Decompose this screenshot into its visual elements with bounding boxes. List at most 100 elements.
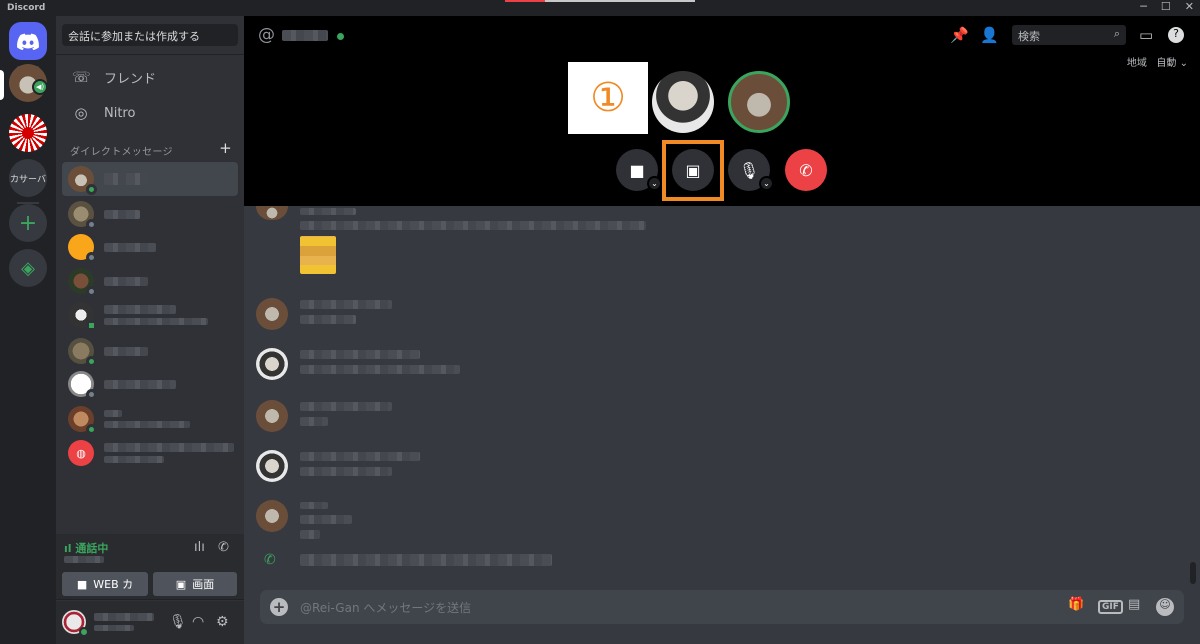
explore-servers-button[interactable]: ◈ [9,249,47,287]
server-flag[interactable] [9,114,47,152]
redacted-name [104,209,140,219]
redacted-text [300,365,460,374]
avatar [68,302,97,331]
title-accent-light [545,0,695,2]
friends-icon: ☏ [72,68,91,86]
region-value: 自動 [1156,58,1177,69]
redacted-name [104,410,122,417]
avatar[interactable] [256,500,288,532]
message-list: ✆ [244,206,1200,590]
offline-status-icon [86,252,97,263]
dm-item[interactable] [62,298,238,332]
mute-button[interactable]: 🎙 ⌄ [728,149,774,191]
dm-header: ダイレクトメッセージ + [70,139,232,158]
nav-nitro[interactable]: ◎ Nitro [64,97,236,129]
redacted-text [300,554,552,566]
voice-status-panel: ıl 通話中 ılı ✆ ■ WEB カ ▣ 画面 [56,534,244,600]
user-panel: 🎙 ◠ ⚙ [56,601,244,644]
redacted-text [300,530,320,539]
gif-button[interactable]: GIF [1098,600,1123,614]
message-composer[interactable]: + @Rei-Gan へメッセージを送信 🎁 GIF ▤ ☺ [260,590,1184,624]
main-area: @ 📌 👤 検索 ⌕ ▭ ? 地域 自動 ⌄ ① ■ ⌄ ▣ 🎙 ⌄ ✆ ✆ +… [244,16,1200,644]
call-event: ✆ [264,552,552,568]
upload-button[interactable]: + [270,598,288,616]
chevron-down-icon[interactable]: ⌄ [759,176,774,191]
redacted-name [104,173,148,185]
message [256,206,646,274]
header-search-placeholder: 検索 [1018,30,1040,43]
server-text[interactable]: カサーバ [9,159,47,197]
dm-header-label: ダイレクトメッセージ [70,147,173,158]
dm-item[interactable] [62,334,238,368]
dm-item[interactable] [62,230,238,264]
gift-icon[interactable]: 🎁 [1068,597,1084,612]
hang-up-button[interactable]: ✆ [785,149,827,191]
app-title: Discord [7,3,46,13]
avatar[interactable] [256,206,288,220]
redacted-text [300,208,356,215]
noise-suppression-icon[interactable]: ılı [194,540,205,555]
avatar[interactable] [256,348,288,380]
search-icon: ⌕ [1113,27,1120,40]
video-button[interactable]: ■ WEB カ [62,572,148,596]
video-button-label: WEB カ [93,578,134,591]
server-selected-pill [0,70,4,100]
microphone-icon[interactable]: 🎙 [169,614,187,630]
avatar [68,234,97,263]
redacted-text [300,515,352,524]
maximize-button[interactable]: ☐ [1161,0,1171,13]
call-participant-avatar-speaking[interactable] [728,71,790,133]
help-icon[interactable]: ? [1168,27,1184,43]
redacted-text [300,502,328,509]
dm-sidebar: 会話に参加または作成する ☏ フレンド ◎ Nitro ダイレクトメッセージ + [56,16,244,644]
redacted-text [300,417,328,426]
nav-friends-label: フレンド [104,71,157,87]
avatar[interactable] [256,400,288,432]
sticker-icon[interactable]: ▤ [1128,597,1140,612]
close-button[interactable]: ✕ [1185,0,1194,13]
image-attachment[interactable] [300,236,336,274]
server-text-label: カサーバ [10,174,46,185]
channel-header: @ 📌 👤 検索 ⌕ ▭ ? [244,16,1200,56]
camera-icon: ■ [76,577,88,591]
camera-button[interactable]: ■ ⌄ [616,149,662,191]
nav-friends[interactable]: ☏ フレンド [64,61,236,93]
inbox-icon[interactable]: ▭ [1139,26,1153,44]
home-button[interactable] [9,22,47,60]
conversation-search[interactable]: 会話に参加または作成する [62,24,238,46]
avatar [68,406,97,435]
message-input[interactable]: @Rei-Gan へメッセージを送信 [300,599,471,616]
discord-logo-icon [17,33,39,50]
user-avatar[interactable] [62,610,89,637]
redacted-text [300,402,392,411]
emoji-icon[interactable]: ☺ [1156,598,1174,616]
headphones-icon[interactable]: ◠ [192,614,204,630]
settings-icon[interactable]: ⚙ [216,614,229,630]
avatar [68,338,97,367]
screen-share-label: 画面 [192,578,215,591]
dm-item[interactable] [62,197,238,231]
avatar[interactable] [256,450,288,482]
scrollbar[interactable] [1190,562,1196,584]
call-participant-avatar[interactable] [652,71,714,133]
redacted-text [300,221,646,230]
pin-icon[interactable]: 📌 [950,26,969,44]
voice-status-label: ıl 通話中 [64,540,108,556]
disconnect-icon[interactable]: ✆ [218,540,229,555]
plus-icon: + [18,210,38,236]
avatar[interactable] [256,298,288,330]
header-search[interactable]: 検索 ⌕ [1012,25,1126,45]
create-dm-button[interactable]: + [219,139,232,158]
dm-item[interactable] [62,264,238,298]
chevron-down-icon[interactable]: ⌄ [647,176,662,191]
minimize-button[interactable]: ─ [1140,0,1147,13]
region-selector[interactable]: 地域 自動 ⌄ [1127,54,1188,69]
dm-item[interactable] [62,402,238,436]
dm-item[interactable] [62,367,238,401]
add-friend-icon[interactable]: 👤 [980,26,999,44]
add-server-button[interactable]: + [9,204,47,242]
online-status-icon [86,356,97,367]
dm-item[interactable]: ◍ [62,436,238,470]
dm-item[interactable] [62,162,238,196]
screen-share-button[interactable]: ▣ 画面 [153,572,237,596]
